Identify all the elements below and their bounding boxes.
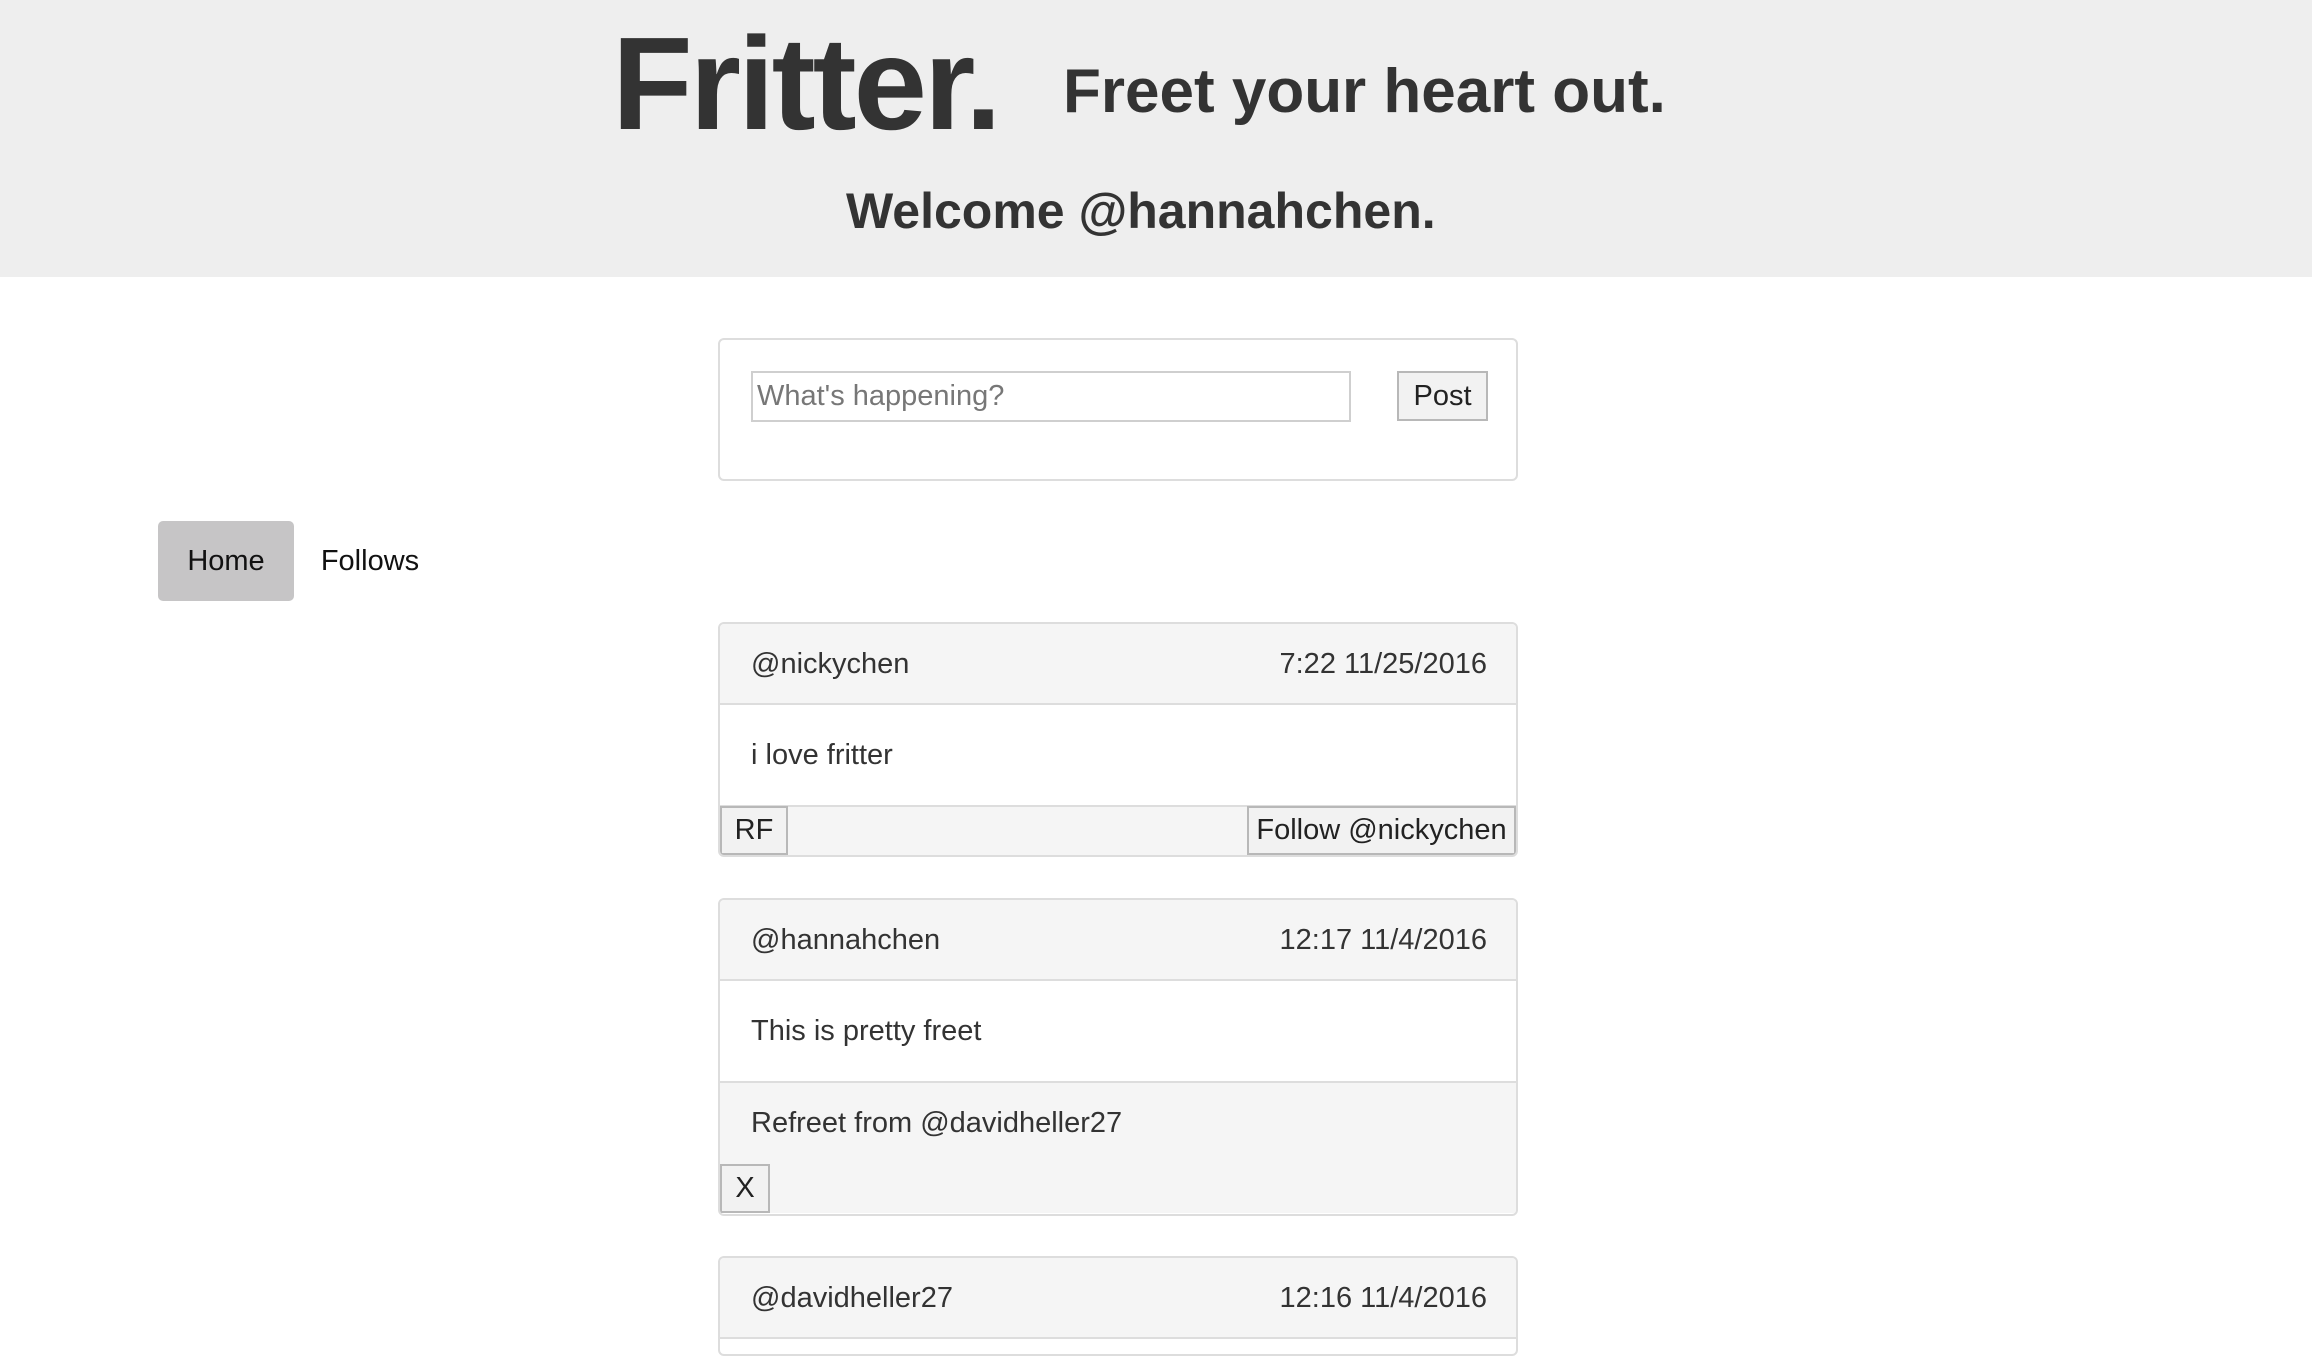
nav-item-follows[interactable]: Follows (310, 521, 430, 601)
welcome-message: Welcome @hannahchen. (846, 183, 1436, 239)
tagline: Freet your heart out. (1063, 57, 1666, 126)
nav-item-home[interactable]: Home (158, 521, 294, 601)
freet-timestamp: 12:16 11/4/2016 (1279, 1282, 1488, 1314)
freet-header: @hannahchen 12:17 11/4/2016 (720, 900, 1516, 981)
compose-input[interactable] (751, 371, 1351, 422)
post-button[interactable]: Post (1397, 371, 1488, 421)
freet-card: @nickychen 7:22 11/25/2016 i love fritte… (718, 622, 1518, 857)
site-header: Fritter. Freet your heart out. Welcome @… (0, 0, 2312, 277)
freet-text: This is pretty freet (720, 981, 1516, 1081)
freet-footer: Refreet from @davidheller27 X (720, 1081, 1516, 1213)
refreet-button[interactable]: RF (720, 806, 788, 855)
freet-text: i love fritter (720, 705, 1516, 805)
freet-author[interactable]: @davidheller27 (751, 1258, 953, 1339)
compose-box: Post (718, 338, 1518, 481)
freet-card: @davidheller27 12:16 11/4/2016 (718, 1256, 1518, 1356)
freet-author[interactable]: @nickychen (751, 624, 909, 705)
freet-timestamp: 12:17 11/4/2016 (1279, 924, 1488, 956)
follow-button[interactable]: Follow @nickychen (1247, 806, 1516, 855)
freet-timestamp: 7:22 11/25/2016 (1279, 648, 1488, 680)
refreet-note: Refreet from @davidheller27 (751, 1107, 1123, 1139)
brand-logo-text: Fritter. (612, 10, 1002, 157)
freet-footer: RF Follow @nickychen (720, 805, 1516, 855)
freet-card: @hannahchen 12:17 11/4/2016 This is pret… (718, 898, 1518, 1216)
freet-header: @davidheller27 12:16 11/4/2016 (720, 1258, 1516, 1339)
delete-button[interactable]: X (720, 1164, 770, 1213)
freet-header: @nickychen 7:22 11/25/2016 (720, 624, 1516, 705)
freet-author[interactable]: @hannahchen (751, 900, 940, 981)
